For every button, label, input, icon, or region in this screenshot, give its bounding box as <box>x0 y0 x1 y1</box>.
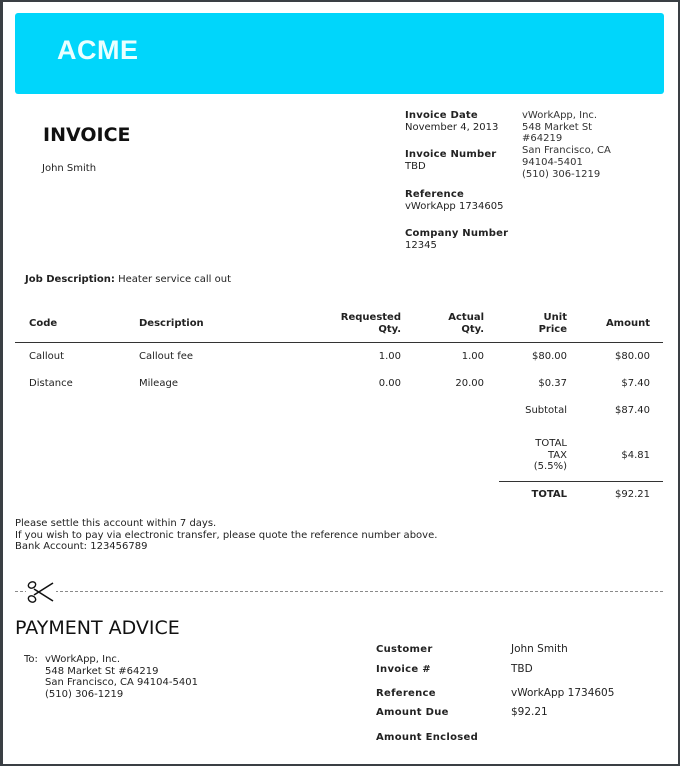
address-line: #64219 <box>522 133 563 145</box>
scissors-icon <box>26 578 56 606</box>
total-value: $92.21 <box>615 489 650 500</box>
advice-label: Invoice # <box>376 664 431 675</box>
note-line: If you wish to pay via electronic transf… <box>15 529 438 541</box>
cell-unit-price: $80.00 <box>532 351 567 362</box>
cell-unit-price: $0.37 <box>538 378 567 389</box>
meta-label: Company Number <box>405 228 509 239</box>
cell-description: Mileage <box>139 378 178 389</box>
cell-actual-qty: 20.00 <box>455 378 484 389</box>
meta-value: vWorkApp 1734605 <box>405 201 504 212</box>
cell-code: Callout <box>29 351 65 362</box>
col-header-requested-qty: Requested Qty. <box>341 312 401 336</box>
cell-requested-qty: 1.00 <box>378 351 401 362</box>
col-header-description: Description <box>139 318 204 329</box>
cell-amount: $80.00 <box>615 351 650 362</box>
tax-label: TOTAL TAX (5.5%) <box>534 438 567 473</box>
company-logo: ACME <box>57 35 139 65</box>
total-label: TOTAL <box>531 489 567 500</box>
header-line: Requested <box>340 312 401 323</box>
to-address-line: (510) 306-1219 <box>45 688 124 700</box>
advice-value: TBD <box>511 663 533 675</box>
total-divider <box>499 481 663 482</box>
cell-amount: $7.40 <box>621 378 650 389</box>
tax-label-line: TOTAL <box>535 438 567 449</box>
address-line: vWorkApp, Inc. <box>522 110 598 121</box>
note-line: Bank Account: 123456789 <box>15 541 148 552</box>
advice-label: Customer <box>376 644 433 655</box>
advice-label: Reference <box>376 688 436 699</box>
advice-value: $92.21 <box>511 706 548 718</box>
subtotal-label: Subtotal <box>525 405 567 416</box>
to-address-line: San Francisco, CA 94104-5401 <box>45 677 198 688</box>
header-line: Unit <box>543 312 567 323</box>
meta-invoice-number: Invoice Number TBD <box>405 149 496 172</box>
header-line: Qty. <box>461 324 484 335</box>
header-line: Actual <box>448 312 484 323</box>
customer-name: John Smith <box>42 163 97 174</box>
brand-header: ACME <box>15 13 664 94</box>
to-address-line: 548 Market St #64219 <box>45 665 159 677</box>
job-description: Job Description: Heater service call out <box>25 274 231 285</box>
advice-value: John Smith <box>511 643 568 655</box>
col-header-code: Code <box>29 318 58 329</box>
tax-value: $4.81 <box>621 450 650 461</box>
to-address-line: vWorkApp, Inc. <box>45 654 121 665</box>
address-line: 94104-5401 <box>522 156 583 168</box>
meta-label: Invoice Number <box>405 149 497 160</box>
col-header-unit-price: Unit Price <box>539 312 567 336</box>
subtotal-value: $87.40 <box>615 405 650 416</box>
cut-line <box>15 591 663 592</box>
tax-label-line: TAX <box>547 449 567 461</box>
meta-label: Reference <box>405 189 464 200</box>
address-line: (510) 306-1219 <box>522 168 601 180</box>
note-line: Please settle this account within 7 days… <box>15 518 217 529</box>
job-description-value: Heater service call out <box>118 274 232 285</box>
to-label: To: <box>24 654 38 665</box>
payment-advice-title: PAYMENT ADVICE <box>15 617 180 639</box>
cell-requested-qty: 0.00 <box>378 378 401 389</box>
tax-label-line: (5.5%) <box>533 461 567 472</box>
invoice-title: INVOICE <box>43 124 131 146</box>
advice-label: Amount Enclosed <box>376 732 479 743</box>
cell-code: Distance <box>29 378 73 389</box>
header-line: Price <box>538 324 567 335</box>
address-line: San Francisco, CA <box>522 145 611 157</box>
address-line: 548 Market St <box>522 121 593 133</box>
col-header-amount: Amount <box>605 318 650 329</box>
job-description-label: Job Description: <box>25 274 115 285</box>
header-line: Qty. <box>378 324 401 335</box>
col-header-actual-qty: Actual Qty. <box>448 312 484 336</box>
cell-description: Callout fee <box>139 351 194 362</box>
meta-value: 12345 <box>405 240 437 251</box>
company-address: vWorkApp, Inc. 548 Market St #64219 San … <box>522 110 611 180</box>
table-header-divider <box>15 342 663 343</box>
meta-value: November 4, 2013 <box>405 122 499 133</box>
payment-notes: Please settle this account within 7 days… <box>15 518 437 553</box>
to-address: vWorkApp, Inc. 548 Market St #64219 San … <box>45 654 198 700</box>
meta-reference: Reference vWorkApp 1734605 <box>405 189 504 212</box>
advice-label: Amount Due <box>376 707 449 718</box>
advice-value: vWorkApp 1734605 <box>511 687 615 699</box>
meta-value: TBD <box>405 161 426 172</box>
meta-company-number: Company Number 12345 <box>405 228 508 251</box>
cell-actual-qty: 1.00 <box>461 351 484 362</box>
meta-label: Invoice Date <box>405 110 478 121</box>
meta-invoice-date: Invoice Date November 4, 2013 <box>405 110 498 133</box>
